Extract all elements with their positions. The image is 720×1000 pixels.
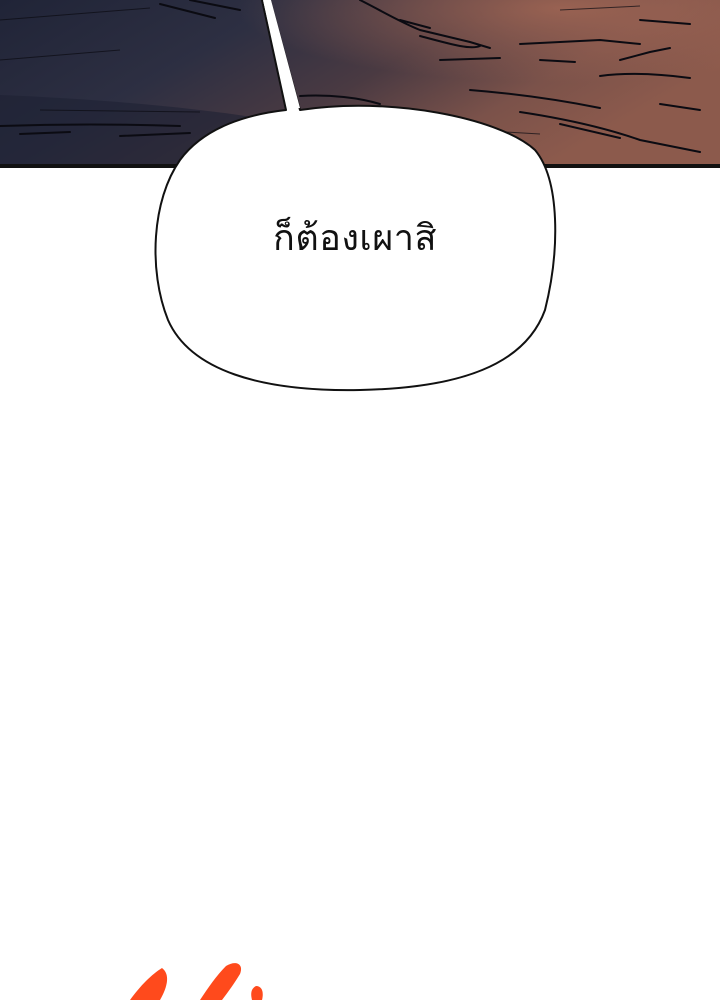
speech-bubble [154,0,557,392]
dialogue-text: ก็ต้องเผาสิ [273,218,437,259]
comic-page: ก็ต้องเผาสิ [0,0,720,1000]
orange-sound-effect-strokes [130,963,263,1000]
